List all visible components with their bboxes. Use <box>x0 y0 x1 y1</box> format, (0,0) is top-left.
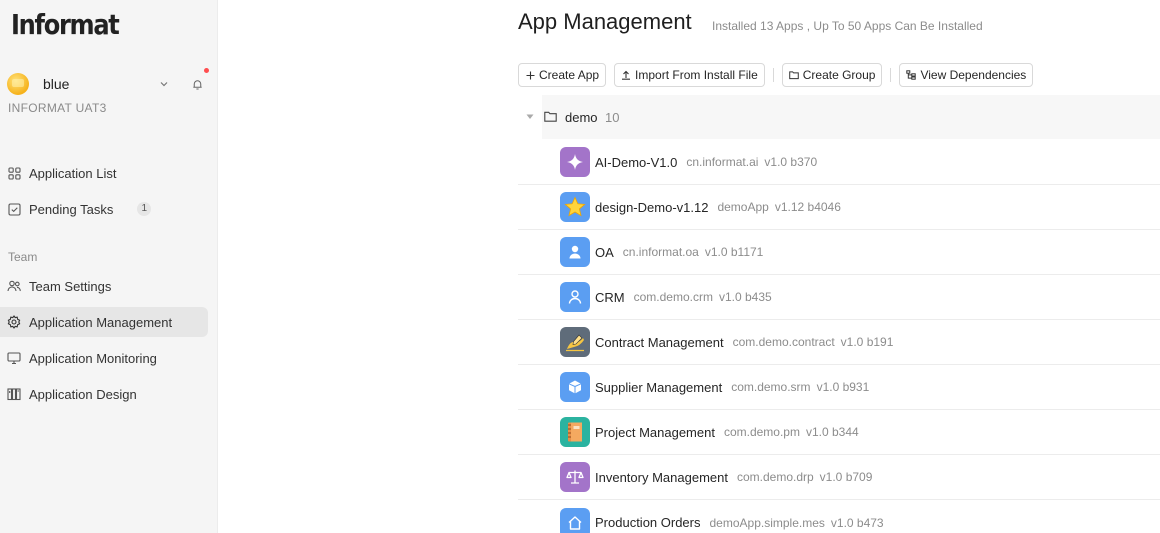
create-group-button[interactable]: Create Group <box>781 63 883 87</box>
app-id: com.demo.crm <box>633 290 713 304</box>
sidebar-item-application-design[interactable]: Application Design <box>0 379 208 409</box>
sidebar: Informat blue INFORMAT UAT3 Application … <box>0 0 218 533</box>
app-id: com.demo.srm <box>731 380 811 394</box>
app-row[interactable]: CRM com.demo.crm v1.0 b435 <box>518 275 1160 320</box>
app-version: v1.0 b344 <box>805 425 859 439</box>
app-row[interactable]: Project Management com.demo.pm v1.0 b344 <box>518 410 1160 455</box>
sidebar-item-team-settings[interactable]: Team Settings <box>0 271 208 301</box>
sidebar-item-label: Application Monitoring <box>29 350 157 366</box>
sidebar-item-application-management[interactable]: Application Management <box>0 307 208 337</box>
create-group-label: Create Group <box>802 68 876 82</box>
user-icon <box>560 237 590 267</box>
create-app-button[interactable]: Create App <box>518 63 607 87</box>
app-name: Inventory Management <box>595 469 728 485</box>
sidebar-item-label: Pending Tasks <box>29 201 114 217</box>
org-name: INFORMAT UAT3 <box>8 101 107 115</box>
cube-icon <box>560 372 590 402</box>
app-version: v1.0 b473 <box>830 515 884 530</box>
sidebar-item-label: Team Settings <box>29 278 112 294</box>
app-id: com.demo.pm <box>723 425 800 439</box>
app-name: CRM <box>595 289 625 305</box>
section-label-team: Team <box>8 250 38 264</box>
page-title: App Management <box>518 9 692 34</box>
app-id: demoApp <box>717 200 769 214</box>
app-row[interactable]: Contract Management com.demo.contract v1… <box>518 320 1160 365</box>
app-id: com.demo.drp <box>736 470 814 484</box>
app-list: AI-Demo-V1.0 cn.informat.ai v1.0 b370 de… <box>518 140 1160 533</box>
bell-icon[interactable] <box>189 76 205 92</box>
grid-icon <box>7 166 21 180</box>
dependency-tree-icon <box>906 70 917 80</box>
app-id: cn.informat.ai <box>686 155 759 169</box>
team-avatar <box>7 73 29 95</box>
home-icon <box>560 507 590 533</box>
app-id: demoApp.simple.mes <box>709 515 825 530</box>
app-version: v1.0 b931 <box>816 380 870 394</box>
group-name: demo <box>565 110 598 125</box>
pending-count-badge: 1 <box>137 202 152 216</box>
import-install-file-label: Import From Install File <box>635 68 758 82</box>
sidebar-item-label: Application Management <box>29 314 173 330</box>
team-switcher[interactable]: blue <box>7 68 209 96</box>
team-name: blue <box>43 76 70 92</box>
app-row[interactable]: design-Demo-v1.12 demoApp v1.12 b4046 <box>518 185 1160 230</box>
app-version: v1.12 b4046 <box>774 200 841 214</box>
app-name: Project Management <box>595 424 715 440</box>
sidebar-item-label: Application Design <box>29 386 137 402</box>
toolbar: Create App Import From Install File Crea… <box>518 63 1041 87</box>
star-icon <box>560 192 590 222</box>
app-id: cn.informat.oa <box>622 245 699 259</box>
upload-icon <box>621 70 631 80</box>
install-summary: Installed 13 Apps , Up To 50 Apps Can Be… <box>712 19 983 33</box>
app-name: Contract Management <box>595 334 724 350</box>
plus-icon <box>525 70 535 80</box>
app-row[interactable]: OA cn.informat.oa v1.0 b1171 <box>518 230 1160 275</box>
design-icon <box>7 387 21 401</box>
monitor-icon <box>7 351 21 365</box>
caret-down-icon[interactable] <box>526 113 534 121</box>
group-header-background <box>542 95 1160 139</box>
app-name: OA <box>595 244 614 260</box>
sidebar-item-application-monitoring[interactable]: Application Monitoring <box>0 343 208 373</box>
app-version: v1.0 b191 <box>840 335 894 349</box>
sidebar-item-label: Application List <box>29 165 117 181</box>
view-dependencies-label: View Dependencies <box>920 68 1027 82</box>
folder-icon <box>543 110 557 123</box>
toolbar-divider <box>890 68 892 82</box>
app-version: v1.0 b1171 <box>704 245 764 259</box>
app-row[interactable]: Supplier Management com.demo.srm v1.0 b9… <box>518 365 1160 410</box>
team-icon <box>7 279 21 293</box>
app-row[interactable]: AI-Demo-V1.0 cn.informat.ai v1.0 b370 <box>518 140 1160 185</box>
app-name: Production Orders <box>595 515 701 530</box>
notification-dot <box>204 68 209 73</box>
group-header-demo[interactable]: demo 10 <box>518 95 1160 139</box>
app-root: Informat blue INFORMAT UAT3 Application … <box>0 0 1160 533</box>
group-app-count: 10 <box>605 110 620 125</box>
app-name: AI-Demo-V1.0 <box>595 154 678 170</box>
app-version: v1.0 b709 <box>819 470 873 484</box>
sidebar-item-application-list[interactable]: Application List <box>0 158 208 188</box>
app-row[interactable]: Production Orders demoApp.simple.mes v1.… <box>518 500 1160 533</box>
logo: Informat <box>11 8 120 41</box>
app-version: v1.0 b370 <box>764 155 818 169</box>
checkbox-icon <box>7 202 21 216</box>
user-outline-icon <box>560 282 590 312</box>
app-version: v1.0 b435 <box>718 290 772 304</box>
notebook-icon <box>560 417 590 447</box>
chevron-down-icon[interactable] <box>157 77 171 91</box>
import-install-file-button[interactable]: Import From Install File <box>614 63 765 87</box>
folder-icon <box>788 70 799 80</box>
app-row[interactable]: Inventory Management com.demo.drp v1.0 b… <box>518 455 1160 500</box>
app-id: com.demo.contract <box>732 335 835 349</box>
create-app-label: Create App <box>539 68 600 82</box>
scale-icon <box>560 462 590 492</box>
toolbar-divider <box>772 68 774 82</box>
app-name: Supplier Management <box>595 379 723 395</box>
app-name: design-Demo-v1.12 <box>595 199 709 215</box>
sparkle-icon <box>560 147 590 177</box>
signing-hand-icon <box>560 327 590 357</box>
view-dependencies-button[interactable]: View Dependencies <box>899 63 1034 87</box>
gear-icon <box>7 315 21 329</box>
sidebar-item-pending-tasks[interactable]: Pending Tasks 1 <box>0 194 208 224</box>
